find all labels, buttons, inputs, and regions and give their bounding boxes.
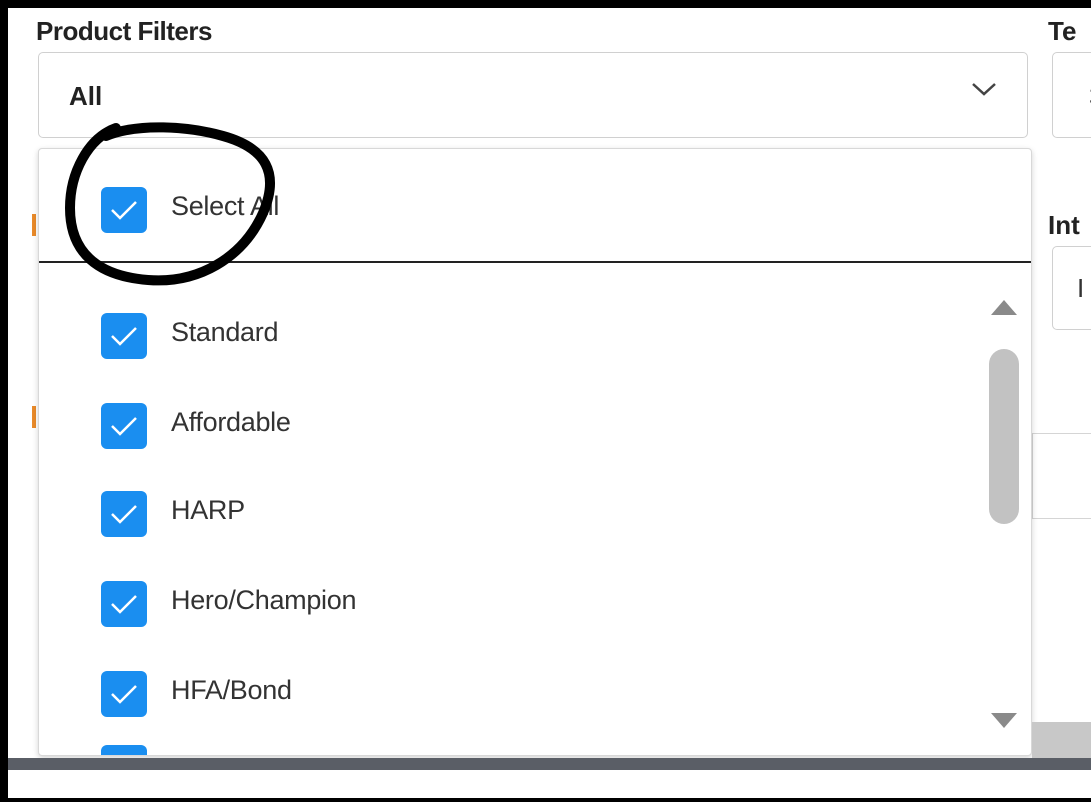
- divider-line: [1032, 433, 1091, 434]
- bottom-bar: [8, 758, 1091, 770]
- chevron-down-icon[interactable]: [969, 79, 999, 104]
- product-filter-dropdown: Select All Standard Affordable HARP Hero…: [38, 148, 1032, 756]
- interest-value: I: [1077, 273, 1085, 303]
- checkmark-icon: [111, 595, 137, 614]
- background-strip: [1032, 722, 1091, 758]
- option-label: HFA/Bond: [171, 675, 292, 705]
- product-filters-label: Product Filters: [36, 16, 212, 46]
- option-standard[interactable]: Standard: [39, 289, 979, 379]
- option-checkbox[interactable]: [101, 403, 147, 449]
- interest-label: Int: [1048, 210, 1080, 240]
- select-all-divider: [39, 261, 1031, 263]
- checkmark-icon: [111, 685, 137, 704]
- triangle-down-icon[interactable]: [989, 711, 1019, 736]
- option-hero-champion[interactable]: Hero/Champion: [39, 557, 979, 647]
- checkmark-icon: [111, 417, 137, 436]
- option-checkbox-partial[interactable]: [101, 745, 147, 755]
- product-filter-select[interactable]: All: [38, 52, 1028, 138]
- interest-select[interactable]: I: [1052, 246, 1091, 330]
- orange-marker: [32, 214, 36, 236]
- divider-line: [1032, 433, 1033, 519]
- option-harp[interactable]: HARP: [39, 467, 979, 557]
- option-checkbox[interactable]: [101, 581, 147, 627]
- triangle-up-icon[interactable]: [989, 297, 1019, 322]
- option-checkbox[interactable]: [101, 491, 147, 537]
- orange-marker: [32, 406, 36, 428]
- screen: Product Filters All Te 3 Int I Select Al…: [8, 8, 1091, 798]
- checkmark-icon: [111, 505, 137, 524]
- option-label: Standard: [171, 317, 279, 347]
- term-label: Te: [1048, 16, 1077, 46]
- option-hfa-bond[interactable]: HFA/Bond: [39, 647, 979, 737]
- select-all-checkbox[interactable]: [101, 187, 147, 233]
- scrollbar-thumb[interactable]: [989, 349, 1019, 524]
- option-checkbox[interactable]: [101, 313, 147, 359]
- select-all-option[interactable]: Select All: [39, 149, 1031, 259]
- checkmark-icon: [111, 327, 137, 346]
- term-select[interactable]: 3: [1052, 52, 1091, 138]
- divider-line: [1032, 518, 1091, 519]
- option-checkbox[interactable]: [101, 671, 147, 717]
- option-label: Affordable: [171, 407, 291, 437]
- option-label: Hero/Champion: [171, 585, 357, 615]
- select-all-label: Select All: [171, 191, 280, 221]
- option-affordable[interactable]: Affordable: [39, 379, 979, 469]
- selected-value: All: [69, 81, 103, 111]
- option-label: HARP: [171, 495, 245, 525]
- checkmark-icon: [111, 201, 137, 220]
